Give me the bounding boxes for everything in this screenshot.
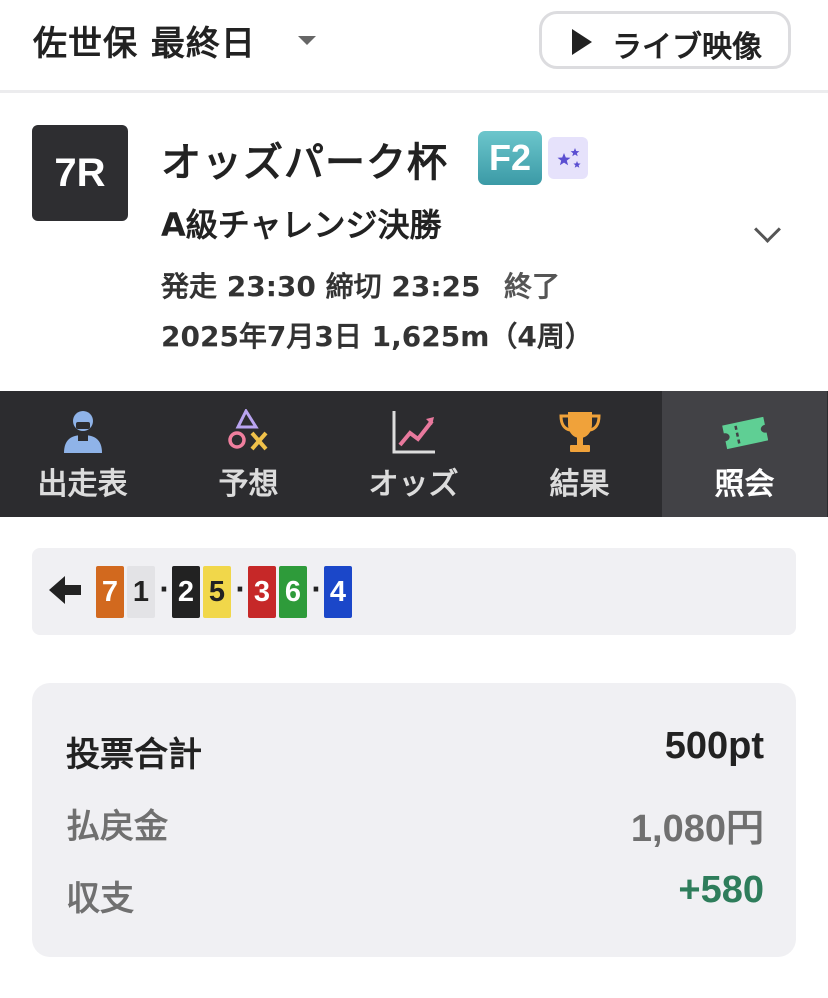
venue-selector[interactable]: 佐世保 最終日 bbox=[33, 16, 256, 65]
race-date-distance: 2025年7月3日 1,625m（4周） bbox=[161, 320, 593, 353]
race-status: 終了 bbox=[504, 270, 561, 303]
play-icon bbox=[572, 29, 592, 55]
rider-icon bbox=[64, 411, 102, 453]
frame-number: 2 bbox=[172, 566, 200, 618]
tab-odds[interactable]: オッズ bbox=[331, 391, 496, 517]
balance-value: +580 bbox=[678, 869, 764, 911]
total-bet-label: 投票合計 bbox=[66, 735, 202, 775]
stars-icon bbox=[548, 137, 588, 179]
separator-dot: · bbox=[159, 575, 169, 605]
live-video-button[interactable]: ライブ映像 bbox=[539, 11, 791, 69]
frame-number: 6 bbox=[279, 566, 307, 618]
ticket-icon bbox=[722, 416, 768, 450]
frame-number: 1 bbox=[127, 566, 155, 618]
balance-label: 収支 bbox=[66, 879, 134, 919]
separator-dot: · bbox=[235, 575, 245, 605]
tab-prediction-label: 予想 bbox=[218, 467, 279, 502]
odds-chart-icon bbox=[392, 411, 435, 454]
payout-value: 1,080円 bbox=[630, 808, 764, 850]
frame-number: 4 bbox=[324, 566, 352, 618]
tab-results[interactable]: 結果 bbox=[497, 391, 662, 517]
bet-combination: 7 1 · 2 5 · 3 6 · 4 bbox=[32, 548, 796, 635]
frame-number: 5 bbox=[203, 566, 231, 618]
tab-results-label: 結果 bbox=[549, 467, 610, 502]
tab-odds-label: オッズ bbox=[368, 467, 459, 502]
tab-inquiry-label: 照会 bbox=[714, 467, 775, 502]
payout-label: 払戻金 bbox=[66, 807, 168, 847]
tab-bar: 出走表 予想 オッズ 結果 照会 bbox=[0, 391, 828, 517]
tab-prediction[interactable]: 予想 bbox=[166, 391, 331, 517]
prediction-icon bbox=[228, 409, 268, 451]
tab-inquiry[interactable]: 照会 bbox=[662, 391, 827, 517]
live-video-label: ライブ映像 bbox=[612, 30, 762, 65]
race-subtitle: A級チャレンジ決勝 bbox=[161, 206, 442, 244]
bet-summary: 投票合計 500pt 払戻金 1,080円 収支 +580 bbox=[32, 683, 796, 957]
tab-entries[interactable]: 出走表 bbox=[0, 391, 165, 517]
tab-entries-label: 出走表 bbox=[37, 467, 128, 502]
trophy-icon bbox=[559, 412, 601, 452]
arrow-left-icon bbox=[49, 576, 81, 604]
race-times: 発走 23:30 締切 23:25 bbox=[161, 270, 481, 303]
race-title: オッズパーク杯 bbox=[161, 140, 448, 186]
frame-number: 3 bbox=[248, 566, 276, 618]
separator-dot: · bbox=[311, 575, 321, 605]
top-bar: 佐世保 最終日 ライブ映像 bbox=[0, 0, 828, 93]
race-number-badge: 7R bbox=[32, 125, 128, 221]
grade-badge: F2 bbox=[478, 131, 542, 185]
chevron-down-icon[interactable] bbox=[754, 216, 781, 243]
frame-number: 7 bbox=[96, 566, 124, 618]
total-bet-value: 500pt bbox=[664, 725, 764, 767]
caret-down-icon[interactable] bbox=[298, 36, 316, 45]
